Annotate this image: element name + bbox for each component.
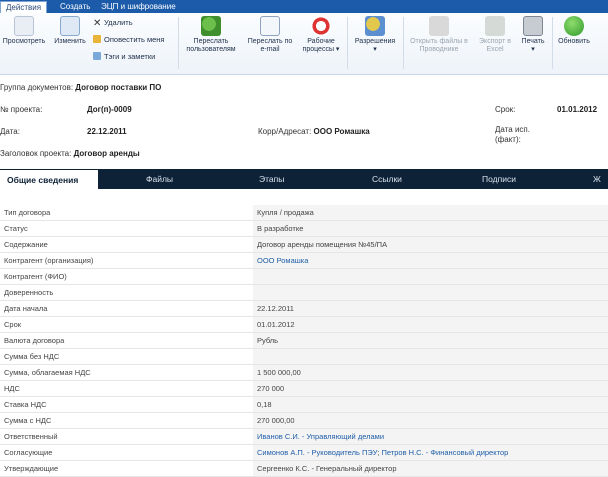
tab-links[interactable]: Ссылки — [372, 169, 402, 189]
actual-date-label: Дата исп. (факт): — [495, 125, 530, 144]
table-row: Сумма с НДС 270 000,00 — [0, 413, 608, 429]
tab-general[interactable]: Общие сведения — [0, 170, 98, 189]
table-row: Сумма, облагаемая НДС 1 500 000,00 — [0, 365, 608, 381]
project-number-value: Дог(п)-0009 — [87, 105, 132, 114]
print-button[interactable]: Печать ▾ — [517, 13, 549, 73]
ribbon-separator — [552, 17, 553, 69]
table-row: Содержание Договор аренды помещения №45/П… — [0, 237, 608, 253]
envelope-icon — [260, 16, 280, 36]
permissions-button[interactable]: Разрешения ▾ — [350, 13, 400, 73]
ribbon-tab-signature[interactable]: ЭЦП и шифрование — [96, 1, 181, 13]
project-title-value: Договор аренды — [73, 149, 140, 158]
folder-icon — [429, 16, 449, 36]
delete-icon: ✕ — [93, 18, 102, 29]
counterparty-link[interactable]: ООО Ромашка — [253, 253, 608, 268]
tab-signatures[interactable]: Подписи — [482, 169, 516, 189]
table-row: Валюта договора Рубль — [0, 333, 608, 349]
tags-button[interactable]: Тэги и заметки — [93, 52, 155, 61]
date-label: Дата: — [0, 127, 20, 136]
tab-journal[interactable]: Ж — [593, 169, 601, 189]
ribbon-tab-create[interactable]: Создать — [55, 1, 95, 13]
deadline-value: 01.01.2012 — [557, 105, 598, 114]
project-number-label: № проекта: — [0, 105, 43, 114]
edit-icon — [60, 16, 80, 36]
notify-button[interactable]: Оповестить меня — [93, 35, 164, 44]
table-row: Контрагент (ФИО) — [0, 269, 608, 285]
bell-icon — [93, 35, 101, 43]
delete-button[interactable]: ✕ Удалить — [93, 18, 133, 29]
table-row: Тип договора Купля / продажа — [0, 205, 608, 221]
permissions-icon — [365, 16, 385, 36]
refresh-button[interactable]: Обновить — [554, 13, 594, 73]
approvers-links: Симонов А.П. - Руководитель ПЭУ; Петров … — [253, 445, 608, 460]
ribbon-separator — [178, 17, 179, 69]
workflows-button[interactable]: Рабочие процессы ▾ — [298, 13, 344, 73]
forward-email-button[interactable]: Переслать по e-mail — [243, 13, 297, 73]
table-row: Доверенность — [0, 285, 608, 301]
edit-button[interactable]: Изменить — [50, 13, 90, 73]
workflow-icon — [311, 16, 331, 36]
export-excel-button[interactable]: Экспорт в Excel — [474, 13, 516, 73]
table-row: Контрагент (организация) ООО Ромашка — [0, 253, 608, 269]
users-icon — [201, 16, 221, 36]
tab-stages[interactable]: Этапы — [259, 169, 284, 189]
document-tab-bar: Общие сведения Файлы Этапы Ссылки Подпис… — [0, 169, 608, 189]
table-row: Статус В разработке — [0, 221, 608, 237]
table-row: Согласующие Симонов А.П. - Руководитель П… — [0, 445, 608, 461]
document-group-value: Договор поставки ПО — [75, 83, 162, 92]
table-row: Ответственный Иванов С.И. - Управляющий д… — [0, 429, 608, 445]
document-group: Группа документов: Договор поставки ПО — [0, 83, 162, 92]
ribbon-separator — [403, 17, 404, 69]
ribbon-separator — [347, 17, 348, 69]
view-icon — [14, 16, 34, 36]
table-row: НДС 270 000 — [0, 381, 608, 397]
table-row: Ставка НДС 0,18 — [0, 397, 608, 413]
date-value: 22.12.2011 — [87, 127, 127, 136]
correspondent-value: ООО Ромашка — [313, 127, 370, 136]
ribbon-tab-bar: Действия Создать ЭЦП и шифрование — [0, 0, 608, 13]
table-row: Сумма без НДС — [0, 349, 608, 365]
table-row: Дата начала 22.12.2011 — [0, 301, 608, 317]
view-button[interactable]: Просмотреть — [0, 13, 48, 73]
printer-icon — [523, 16, 543, 36]
excel-icon — [485, 16, 505, 36]
tag-icon — [93, 52, 101, 60]
table-row: Срок 01.01.2012 — [0, 317, 608, 333]
ribbon-tab-actions[interactable]: Действия — [0, 1, 48, 13]
project-title: Заголовок проекта: Договор аренды — [0, 149, 140, 158]
open-explorer-button[interactable]: Открыть файлы в Проводнике — [405, 13, 473, 73]
approver-link[interactable]: Петров Н.С. - Финансовый директор — [382, 448, 509, 457]
refresh-icon — [564, 16, 584, 36]
deadline-label: Срок: — [495, 105, 516, 114]
approver-link[interactable]: Симонов А.П. - Руководитель ПЭУ — [257, 448, 377, 457]
forward-users-button[interactable]: Переслать пользователям — [181, 13, 241, 73]
correspondent: Корр/Адресат: ООО Ромашка — [258, 127, 370, 136]
responsible-link[interactable]: Иванов С.И. - Управляющий делами — [253, 429, 608, 444]
tab-files[interactable]: Файлы — [146, 169, 173, 189]
ribbon: Просмотреть Изменить ✕ Удалить Оповестить… — [0, 13, 608, 75]
